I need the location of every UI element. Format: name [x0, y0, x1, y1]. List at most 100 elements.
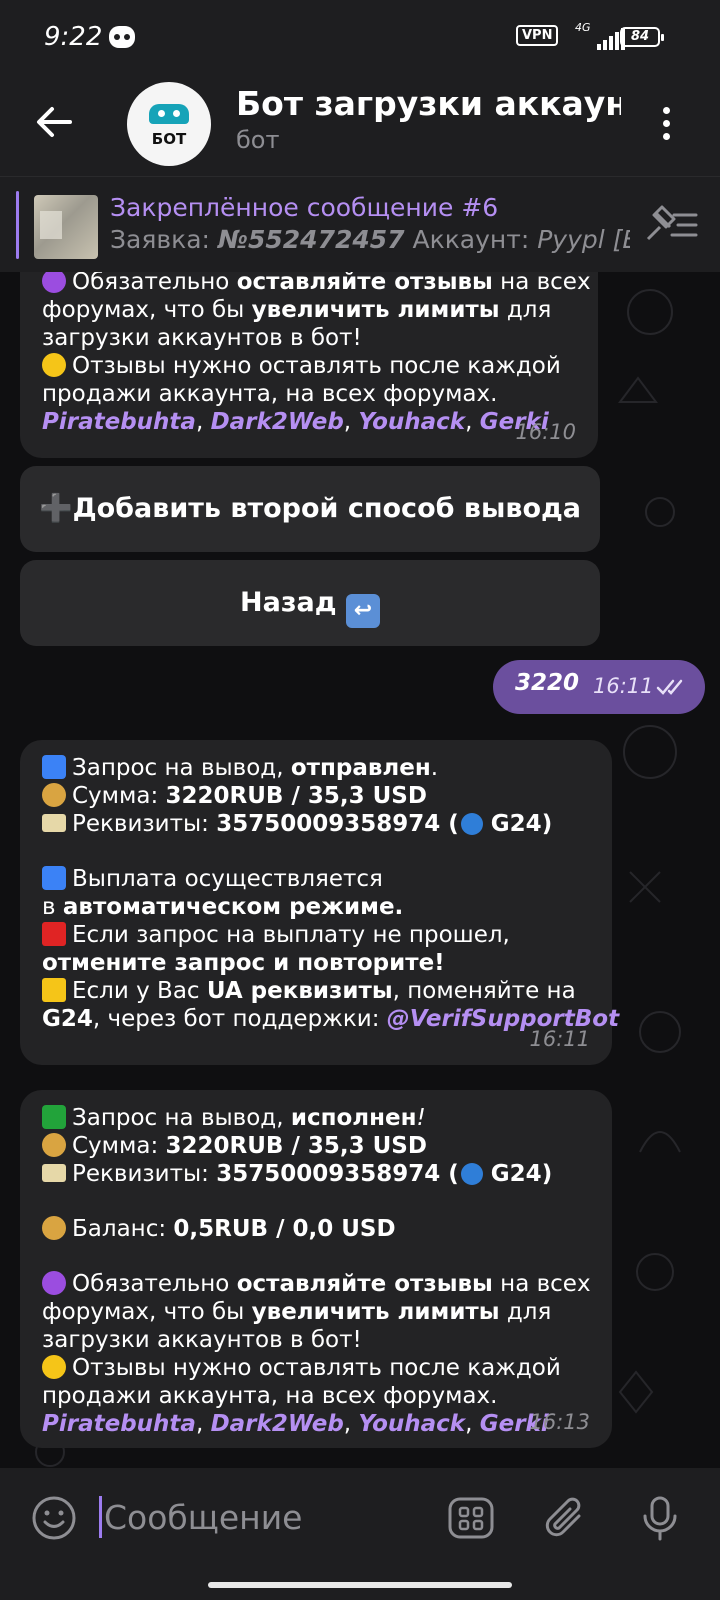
emoji-icon[interactable]: [30, 1494, 78, 1542]
pinned-preview: Заявка: №552472457 Аккаунт: Pyypl [E...: [110, 225, 630, 254]
message-time: 16:13: [529, 1410, 590, 1434]
back-arrow-icon[interactable]: [34, 102, 74, 142]
message-line: загрузки аккаунтов в бот!: [42, 1327, 362, 1353]
pinned-indicator: [16, 191, 19, 259]
text-span: Отзывы нужно оставлять после каждой: [72, 1355, 561, 1381]
pinned-preview-tail: Pyypl [E...: [537, 225, 630, 254]
forum-link[interactable]: Dark2Web: [211, 1411, 344, 1437]
text-span: форумах, что бы: [42, 297, 252, 323]
pinned-thumbnail: [34, 195, 98, 259]
chat-title[interactable]: Бот загрузки аккаунто: [236, 84, 621, 123]
message-line: Отзывы нужно оставлять после каждой: [42, 352, 576, 380]
message-line: в автоматическом режиме.: [42, 893, 590, 921]
money-bag-icon: [42, 783, 66, 807]
text-bold: оставляйте отзывы: [236, 272, 493, 295]
pinned-title: Закреплённое сообщение #6: [110, 193, 499, 222]
text-span: Запрос на вывод,: [72, 1105, 291, 1131]
pinned-preview-mid: Аккаунт:: [404, 225, 538, 254]
message-line: Сумма: 3220RUB / 35,3 USD: [42, 782, 590, 810]
message-list[interactable]: Обязательно оставляйте отзывы на всех фо…: [0, 272, 720, 1468]
message-line: Если у Вас UA реквизиты, поменяйте на: [42, 977, 590, 1005]
pinned-preview-number: №552472457: [217, 225, 405, 254]
text-cursor: [99, 1496, 102, 1538]
money-bag-icon: [42, 1216, 66, 1240]
message-line: Реквизиты: 35750009358974 ( G24): [42, 810, 590, 838]
forum-link[interactable]: Youhack: [358, 1411, 465, 1437]
message-composer: Сообщение: [0, 1468, 720, 1600]
text-bold: G24): [482, 1161, 553, 1187]
avatar-label: БОТ: [151, 130, 187, 148]
credit-card-icon: [42, 1164, 66, 1182]
bot-commands-icon[interactable]: [447, 1494, 495, 1542]
info-icon: [42, 866, 66, 890]
vpn-badge: VPN: [516, 25, 559, 46]
message-line: Баланс: 0,5RUB / 0,0 USD: [42, 1215, 590, 1243]
text-bold: отправлен: [290, 755, 431, 781]
text-span: Сумма:: [72, 1133, 166, 1159]
forum-link[interactable]: Youhack: [358, 409, 465, 435]
forum-link[interactable]: Dark2Web: [211, 409, 344, 435]
text-bold: UA реквизиты: [206, 978, 393, 1004]
text-span: Реквизиты:: [72, 1161, 217, 1187]
battery-level: 84: [620, 27, 664, 47]
forum-links: Piratebuhta, Dark2Web, Youhack, Gerki: [42, 1411, 549, 1437]
home-indicator[interactable]: [208, 1582, 512, 1588]
button-label: Назад: [240, 587, 337, 618]
text-span: , через бот поддержки:: [92, 1006, 387, 1032]
double-check-icon: [656, 679, 683, 695]
signal-icon: [583, 28, 625, 50]
check-mark-icon: [42, 1105, 66, 1129]
globe-icon: [460, 813, 483, 835]
refresh-icon: [42, 755, 66, 779]
add-payout-method-button[interactable]: ➕Добавить второй способ вывода: [20, 466, 600, 552]
bot-logo-icon: [149, 104, 189, 124]
outgoing-message[interactable]: 3220 16:11: [493, 660, 705, 714]
text-span: , поменяйте на: [392, 978, 576, 1004]
text-span: форумах, что бы: [42, 1299, 252, 1325]
text-span: Сумма:: [72, 783, 166, 809]
text-span: !: [416, 1105, 426, 1131]
pin-list-icon[interactable]: [644, 203, 698, 243]
pinned-message[interactable]: Закреплённое сообщение #6 Заявка: №55247…: [0, 176, 720, 272]
message-line: Обязательно оставляйте отзывы на всех: [42, 1270, 591, 1298]
incoming-message[interactable]: Запрос на вывод, исполнен! Сумма: 3220RU…: [20, 1090, 612, 1448]
yellow-circle-icon: [42, 353, 66, 377]
message-input[interactable]: Сообщение: [104, 1498, 302, 1537]
text-bold: 35750009358974 (: [216, 1161, 459, 1187]
forum-link[interactable]: Piratebuhta: [42, 1411, 196, 1437]
text-span: Запрос на вывод,: [72, 755, 291, 781]
purple-circle-icon: [42, 1271, 66, 1295]
text-span: на всех: [492, 272, 591, 295]
incoming-message[interactable]: Запрос на вывод, отправлен. Сумма: 3220R…: [20, 740, 619, 1065]
purple-circle-icon: [42, 272, 66, 293]
text-span: .: [430, 755, 439, 781]
text-bold: отмените запрос и повторите!: [42, 950, 445, 976]
text-span: Обязательно: [72, 272, 237, 295]
text-bold: увеличить лимиты: [251, 1299, 500, 1325]
attachment-icon[interactable]: [541, 1494, 589, 1542]
microphone-icon[interactable]: [636, 1494, 684, 1542]
text-bold: 3220RUB / 35,3 USD: [165, 783, 427, 809]
more-menu-icon[interactable]: [658, 104, 674, 144]
message-line: Если запрос на выплату не прошел,: [42, 921, 590, 949]
outgoing-text: 3220: [515, 670, 580, 696]
incoming-message[interactable]: Обязательно оставляйте отзывы на всех фо…: [20, 272, 598, 458]
text-span: на всех: [492, 1271, 591, 1297]
status-time: 9:22: [44, 22, 103, 52]
forum-links: Piratebuhta, Dark2Web, Youhack, Gerki: [42, 409, 549, 435]
message-line: продажи аккаунта, на всех форумах.: [42, 1383, 498, 1409]
yellow-square-icon: [42, 978, 66, 1002]
back-button[interactable]: Назад ↩: [20, 560, 600, 646]
avatar[interactable]: БОТ: [127, 82, 211, 166]
forum-link[interactable]: Piratebuhta: [42, 409, 196, 435]
message-line: Запрос на вывод, исполнен!: [42, 1104, 590, 1132]
message-line: Реквизиты: 35750009358974 ( G24): [42, 1160, 590, 1188]
text-bold: 3220RUB / 35,3 USD: [165, 1133, 427, 1159]
chat-header: БОТ Бот загрузки аккаунто бот: [0, 76, 720, 176]
message-line: Сумма: 3220RUB / 35,3 USD: [42, 1132, 590, 1160]
message-line: Обязательно оставляйте отзывы на всех: [42, 272, 591, 296]
message-line: продажи аккаунта, на всех форумах.: [42, 381, 498, 407]
chat-subtitle: бот: [236, 126, 280, 154]
robot-notification-icon: [109, 26, 135, 48]
